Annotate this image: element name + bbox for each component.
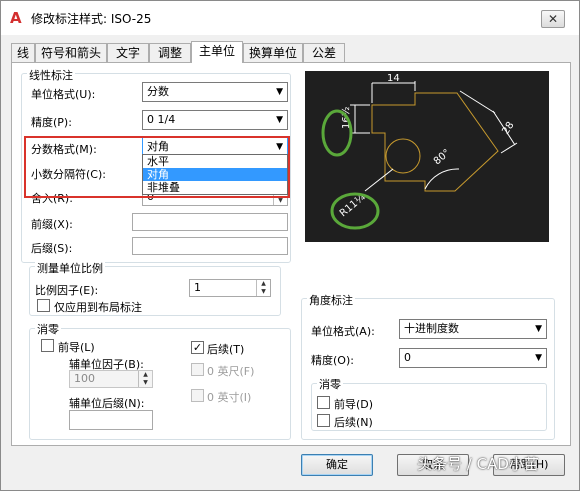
prefix-label: 前缀(X): [31, 218, 73, 231]
trailing-zero-label: 后续(T) [207, 343, 245, 356]
trailing-zero-checkbox[interactable]: ✓ [191, 341, 204, 354]
dim-right-text: 28 [500, 120, 516, 137]
tab-text[interactable]: 文字 [107, 43, 149, 63]
spinner-icon: ▲▼ [138, 371, 152, 387]
scale-factor-label: 比例因子(E): [35, 284, 99, 297]
precision-label: 精度(P): [31, 116, 72, 129]
part-hole [385, 138, 421, 174]
angular-zero-title: 消零 [317, 376, 343, 392]
angular-leading-label: 前导(D) [334, 398, 374, 411]
zero-inches-label: 0 英寸(I) [207, 391, 252, 404]
angular-trailing-checkbox[interactable] [317, 414, 330, 427]
dim-top-text: 14 [387, 73, 400, 84]
tab-alternate-units[interactable]: 换算单位 [243, 43, 303, 63]
leading-zero-checkbox[interactable] [41, 339, 54, 352]
angular-precision-label: 精度(O): [311, 354, 354, 367]
angular-group-title: 角度标注 [307, 292, 355, 308]
unit-format-label: 单位格式(U): [31, 88, 96, 101]
highlight-box [24, 136, 290, 198]
tab-tolerances[interactable]: 公差 [303, 43, 345, 63]
dimension-style-dialog: A 修改标注样式: ISO-25 ✕ 线 符号和箭头 文字 调整 主单位 换算单… [0, 0, 580, 491]
dim-angle-text: 80° [432, 147, 453, 167]
layout-only-label: 仅应用到布局标注 [54, 301, 142, 314]
unit-format-select[interactable]: 分数 ▼ [142, 82, 288, 102]
angular-unit-format-label: 单位格式(A): [311, 325, 375, 338]
precision-select[interactable]: 0 1/4 ▼ [142, 110, 288, 130]
sub-unit-suffix-label: 辅单位后缀(N): [69, 397, 145, 410]
watermark-text: 头条号 / CAD小苗 [417, 455, 539, 473]
zero-feet-label: 0 英尺(F) [207, 365, 255, 378]
tab-fit[interactable]: 调整 [149, 43, 191, 63]
angular-precision-select[interactable]: 0 ▼ [399, 348, 547, 368]
tab-primary-units[interactable]: 主单位 [191, 41, 243, 63]
preview-drawing: 14 16½ 28 80° R11¼ [321, 73, 518, 230]
linear-group-title: 线性标注 [27, 67, 75, 83]
suffix-label: 后缀(S): [31, 242, 73, 255]
window-title: 修改标注样式: ISO-25 [31, 12, 152, 26]
angular-trailing-label: 后续(N) [334, 416, 373, 429]
close-button[interactable]: ✕ [541, 10, 565, 28]
scale-factor-input[interactable]: 1 ▲ ▼ [189, 279, 271, 297]
measurement-scale-title: 测量单位比例 [35, 260, 105, 276]
sub-unit-suffix-input[interactable] [69, 410, 153, 430]
autocad-logo-icon: A [10, 9, 22, 27]
layout-only-checkbox[interactable] [37, 299, 50, 312]
chevron-down-icon: ▼ [535, 324, 542, 334]
tab-lines[interactable]: 线 [11, 43, 35, 63]
sub-unit-factor-input[interactable]: 100 ▲ ▼ [69, 370, 153, 388]
angular-unit-format-select[interactable]: 十进制度数 ▼ [399, 319, 547, 339]
chevron-down-icon: ▼ [276, 115, 283, 125]
green-highlight-left [321, 109, 353, 157]
chevron-down-icon: ▼ [276, 87, 283, 97]
prefix-input[interactable] [132, 213, 288, 231]
chevron-down-icon: ▼ [535, 353, 542, 363]
ok-button[interactable]: 确定 [301, 454, 373, 476]
spinner-icon: ▲▼ [256, 280, 270, 296]
zero-feet-checkbox[interactable] [191, 363, 204, 376]
preview-canvas: 14 16½ 28 80° R11¼ [305, 71, 549, 242]
tab-symbols-arrows[interactable]: 符号和箭头 [35, 43, 107, 63]
angular-leading-checkbox[interactable] [317, 396, 330, 409]
zero-inches-checkbox[interactable] [191, 389, 204, 402]
zero-suppression-title: 消零 [35, 321, 61, 337]
title-bar: A 修改标注样式: ISO-25 ✕ [1, 1, 579, 35]
suffix-input[interactable] [132, 237, 288, 255]
leading-zero-label: 前导(L) [58, 341, 95, 354]
